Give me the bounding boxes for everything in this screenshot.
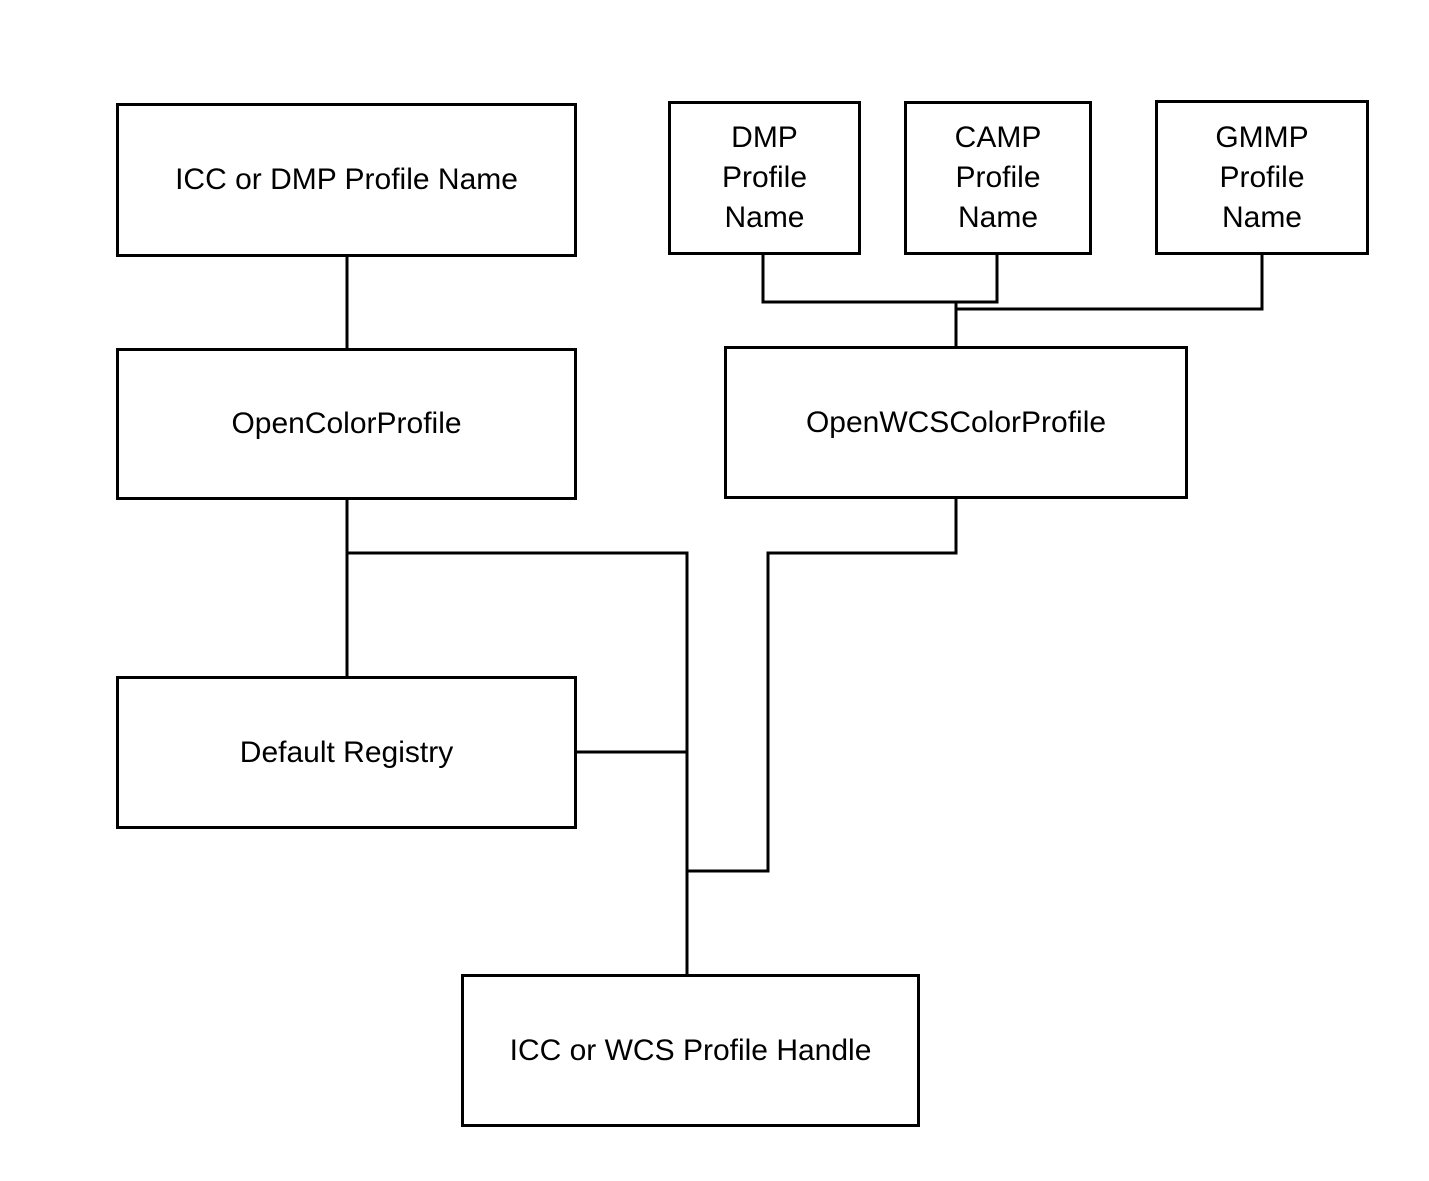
open-wcs-color-profile-box: OpenWCSColorProfile [724, 346, 1188, 499]
edge-gmmp-name-bus [956, 253, 1264, 311]
open-color-profile-box: OpenColorProfile [116, 348, 577, 500]
edge-openwcscolorprofile-to-handle [687, 497, 958, 873]
open-wcs-color-profile-label: OpenWCSColorProfile [805, 405, 1107, 439]
default-registry-box: Default Registry [116, 676, 577, 829]
dmp-profile-name-label: DMP Profile Name [721, 121, 808, 234]
camp-profile-name-box: CAMP Profile Name [904, 101, 1092, 255]
icc-or-dmp-profile-name-box: ICC or DMP Profile Name [116, 103, 577, 257]
icc-or-dmp-profile-name-label: ICC or DMP Profile Name [175, 163, 518, 196]
profile-handle-box: ICC or WCS Profile Handle [461, 974, 920, 1127]
gmmp-profile-name-label: GMMP Profile Name [1215, 120, 1309, 234]
open-color-profile-label: OpenColorProfile [231, 407, 462, 440]
gmmp-profile-name-box: GMMP Profile Name [1155, 100, 1369, 255]
edge-dmp-name-bus [761, 253, 999, 304]
camp-profile-name-label: CAMP Profile Name [954, 121, 1042, 234]
dmp-profile-name-box: DMP Profile Name [668, 101, 861, 255]
default-registry-label: Default Registry [239, 735, 454, 769]
profile-handle-label: ICC or WCS Profile Handle [509, 1033, 872, 1067]
